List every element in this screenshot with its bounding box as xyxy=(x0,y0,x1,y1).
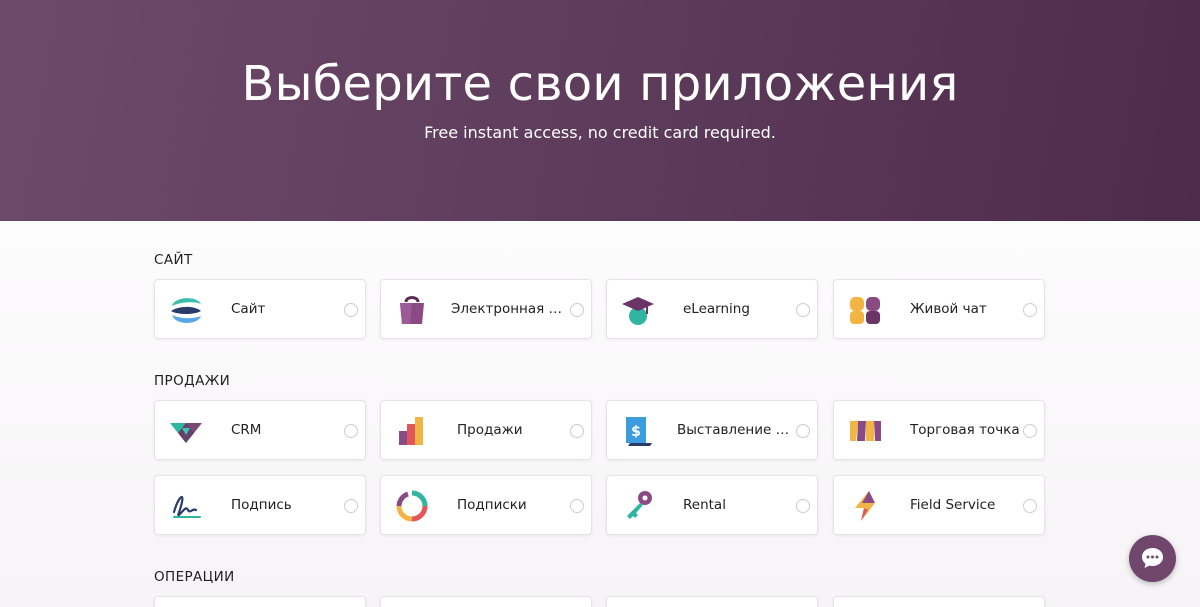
app-label: eLearning xyxy=(683,301,750,317)
select-radio[interactable] xyxy=(796,303,810,317)
svg-text:$: $ xyxy=(631,424,641,440)
select-radio[interactable] xyxy=(344,303,358,317)
app-card-partial[interactable] xyxy=(833,596,1045,607)
sales-bars-icon xyxy=(399,417,423,445)
app-label: Продажи xyxy=(457,422,523,438)
app-card-partial[interactable] xyxy=(154,596,366,607)
chat-bubble-icon xyxy=(1142,548,1163,568)
app-card-elearning[interactable]: eLearning xyxy=(606,279,818,339)
invoicing-dollar-icon: $ xyxy=(626,417,652,446)
select-radio[interactable] xyxy=(1023,424,1037,438)
signature-icon xyxy=(172,495,201,518)
app-card-field-service[interactable]: Field Service xyxy=(833,475,1045,535)
app-card-crm[interactable]: CRM xyxy=(154,400,366,460)
app-card-live-chat[interactable]: Живой чат xyxy=(833,279,1045,339)
app-label: Живой чат xyxy=(910,301,987,317)
app-label: Field Service xyxy=(910,497,996,513)
select-radio[interactable] xyxy=(570,424,584,438)
select-radio[interactable] xyxy=(1023,499,1037,513)
section-title-operations: ОПЕРАЦИИ xyxy=(154,569,235,585)
app-label: Торговая точка xyxy=(910,422,1020,438)
app-card-subscriptions[interactable]: Подписки xyxy=(380,475,592,535)
page-subtitle: Free instant access, no credit card requ… xyxy=(424,123,776,142)
live-chat-icon xyxy=(850,297,880,324)
app-label: Выставление счетов xyxy=(677,422,795,438)
page-title: Выберите свои приложения xyxy=(241,56,959,112)
app-label: Подписки xyxy=(457,497,527,513)
section-title-sales: ПРОДАЖИ xyxy=(154,373,231,389)
app-card-ecommerce[interactable]: Электронная коммерция xyxy=(380,279,592,339)
field-service-bolt-icon xyxy=(855,491,875,521)
rental-key-icon xyxy=(627,491,652,519)
ecommerce-bag-icon xyxy=(400,296,424,324)
website-icon xyxy=(171,298,201,323)
app-label: Электронная коммерция xyxy=(451,301,569,317)
select-radio[interactable] xyxy=(796,499,810,513)
app-label: Rental xyxy=(683,497,726,513)
graduation-cap-icon xyxy=(622,297,654,325)
app-label: Сайт xyxy=(231,301,266,317)
subscriptions-cycle-icon xyxy=(396,490,428,522)
select-radio[interactable] xyxy=(570,499,584,513)
section-title-website: САЙТ xyxy=(154,252,193,268)
hero-banner: Выберите свои приложения Free instant ac… xyxy=(0,0,1200,221)
select-radio[interactable] xyxy=(344,424,358,438)
app-card-rental[interactable]: Rental xyxy=(606,475,818,535)
app-card-sign[interactable]: Подпись xyxy=(154,475,366,535)
app-card-pos[interactable]: Торговая точка xyxy=(833,400,1045,460)
pos-awning-icon xyxy=(850,421,881,441)
live-chat-button[interactable] xyxy=(1129,535,1176,582)
app-card-partial[interactable] xyxy=(380,596,592,607)
select-radio[interactable] xyxy=(1023,303,1037,317)
crm-handshake-icon xyxy=(170,423,202,443)
app-label: Подпись xyxy=(231,497,292,513)
select-radio[interactable] xyxy=(796,424,810,438)
select-radio[interactable] xyxy=(570,303,584,317)
app-card-partial[interactable] xyxy=(606,596,818,607)
app-card-sales[interactable]: Продажи xyxy=(380,400,592,460)
app-label: CRM xyxy=(231,422,262,438)
app-card-website[interactable]: Сайт xyxy=(154,279,366,339)
app-card-invoicing[interactable]: $ Выставление счетов xyxy=(606,400,818,460)
select-radio[interactable] xyxy=(344,499,358,513)
